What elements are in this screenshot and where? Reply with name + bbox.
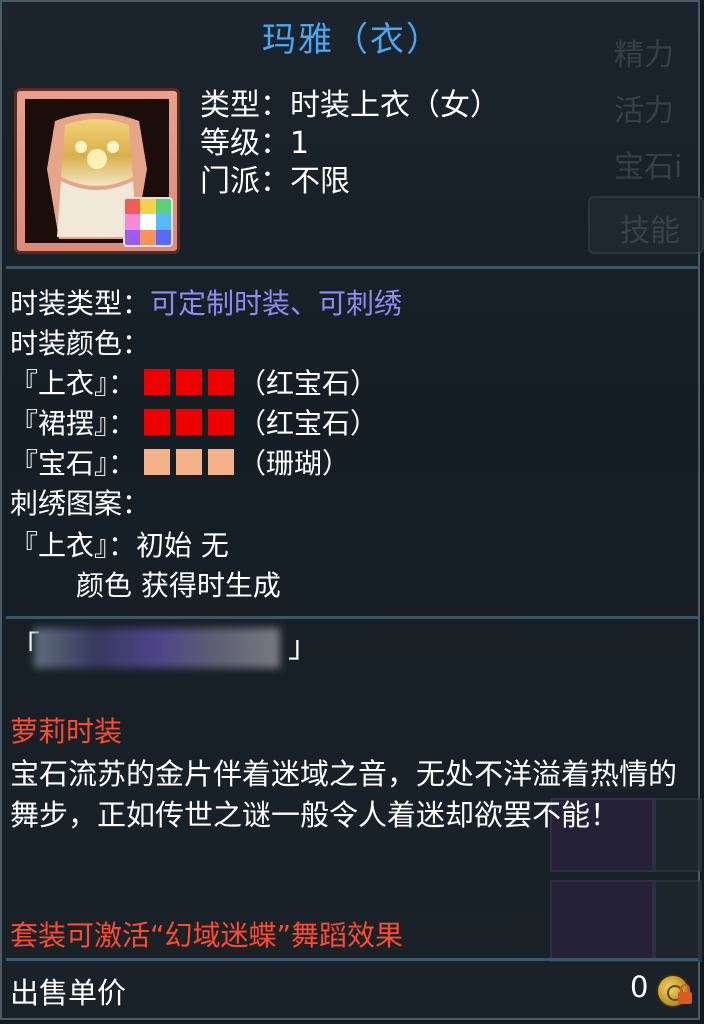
embroidery-row-color: 颜色 获得时生成: [76, 569, 281, 602]
bg-label-vitality: 活力: [614, 94, 674, 129]
color-row-part: 『裙摆』：: [10, 407, 137, 440]
divider: [6, 958, 698, 961]
color-swatches: [144, 409, 235, 435]
color-row-desc: （珊瑚）: [238, 447, 351, 480]
embroidery-label: 刺绣图案：: [10, 487, 151, 520]
bg-slot: [550, 880, 654, 962]
item-icon: [14, 88, 180, 254]
embroidery-row-top: 『上衣』：初始 无: [10, 529, 229, 562]
color-row-desc: （红宝石）: [238, 407, 379, 440]
color-swatch: [176, 449, 203, 475]
color-swatch: [208, 369, 235, 395]
set-bonus: 套装可激活“幻域迷蝶”舞蹈效果: [10, 919, 404, 952]
price-value: 0: [630, 970, 649, 1004]
fashion-type-label: 时装类型：: [10, 287, 151, 320]
color-row-desc: （红宝石）: [238, 367, 379, 400]
lore-title: 萝莉时装: [10, 715, 123, 748]
color-row-part: 『宝石』：: [10, 447, 137, 480]
divider: [6, 616, 698, 619]
color-row-top: 『上衣』： （红宝石）: [10, 362, 378, 402]
bg-label-gem: 宝石i: [614, 150, 683, 185]
color-swatch: [144, 449, 171, 475]
item-tooltip: 精力 活力 宝石i 技能 玛雅（衣） 类型：时装上衣（女） 等级：1 门派：不限…: [0, 0, 704, 1020]
item-sect: 门派：不限: [200, 164, 350, 199]
fashion-type-value: 可定制时装、可刺绣: [150, 287, 403, 320]
color-row-gem: 『宝石』： （珊瑚）: [10, 442, 350, 482]
lore-text: 宝石流苏的金片伴着迷域之音，无处不洋溢着热情的舞步，正如传世之谜一般令人着迷却欲…: [10, 757, 678, 832]
color-swatch: [208, 409, 235, 435]
dye-palette-icon: [123, 197, 173, 247]
color-swatch: [144, 369, 171, 395]
fashion-color-label: 时装颜色：: [10, 327, 151, 360]
divider: [6, 266, 698, 269]
price-label: 出售单价: [10, 976, 127, 1010]
signature: 「 」: [10, 622, 318, 674]
lock-icon: [678, 984, 692, 1004]
signature-close: 」: [288, 630, 318, 665]
item-title: 玛雅（衣）: [262, 20, 442, 60]
color-swatches: [144, 449, 235, 475]
color-row-part: 『上衣』：: [10, 367, 137, 400]
bg-label-skill: 技能: [620, 214, 680, 249]
signature-redacted: [34, 628, 280, 668]
color-swatches: [144, 369, 235, 395]
color-row-skirt: 『裙摆』： （红宝石）: [10, 402, 378, 442]
fashion-type-row: 时装类型：可定制时装、可刺绣: [10, 282, 402, 322]
bg-slot: [654, 880, 702, 962]
color-swatch: [176, 409, 203, 435]
color-swatch: [208, 449, 235, 475]
color-swatch: [144, 409, 171, 435]
color-swatch: [176, 369, 203, 395]
